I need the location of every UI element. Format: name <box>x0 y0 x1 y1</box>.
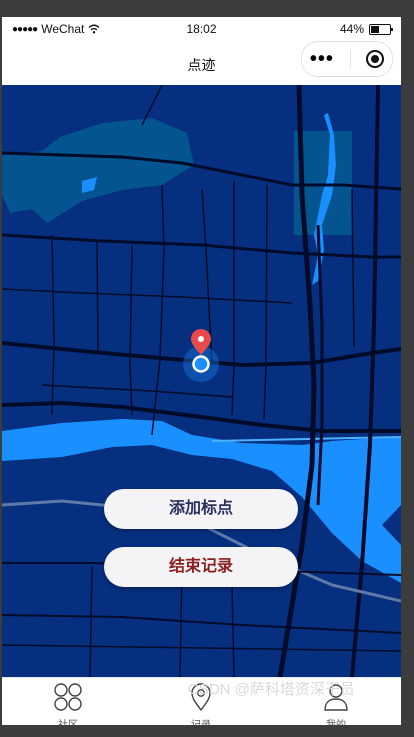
status-bar: ●●●●● WeChat 18:02 44% <box>2 17 401 41</box>
watermark: CSDN @萨科塔资深干员 <box>188 681 355 698</box>
phone-screen: ●●●●● WeChat 18:02 44% 点迹 ••• 添加标点 结束记录 <box>2 17 401 725</box>
end-record-button[interactable]: 结束记录 <box>104 547 298 587</box>
tab-community-label: 社区 <box>28 716 108 725</box>
more-icon[interactable]: ••• <box>310 49 334 69</box>
tab-community[interactable]: 社区 <box>28 682 108 725</box>
battery-icon <box>369 23 393 35</box>
battery-percent: 44% <box>339 22 364 36</box>
map-canvas <box>2 85 401 677</box>
map-view[interactable]: 添加标点 结束记录 <box>2 85 401 677</box>
lake-left <box>2 118 194 223</box>
pin-hole <box>198 336 204 342</box>
nav-bar: 点迹 ••• <box>2 41 401 86</box>
battery-status: 44% <box>339 22 393 36</box>
tab-record-label: 记录 <box>161 716 241 725</box>
close-target-icon[interactable] <box>366 50 385 68</box>
current-location-dot <box>192 355 210 373</box>
location-marker <box>183 329 219 382</box>
tab-mine-label: 我的 <box>296 716 376 725</box>
battery-fill <box>371 25 379 33</box>
grid-icon <box>54 683 82 711</box>
add-marker-button[interactable]: 添加标点 <box>104 489 298 529</box>
capsule-divider <box>349 50 351 68</box>
miniprogram-capsule: ••• <box>301 41 393 77</box>
